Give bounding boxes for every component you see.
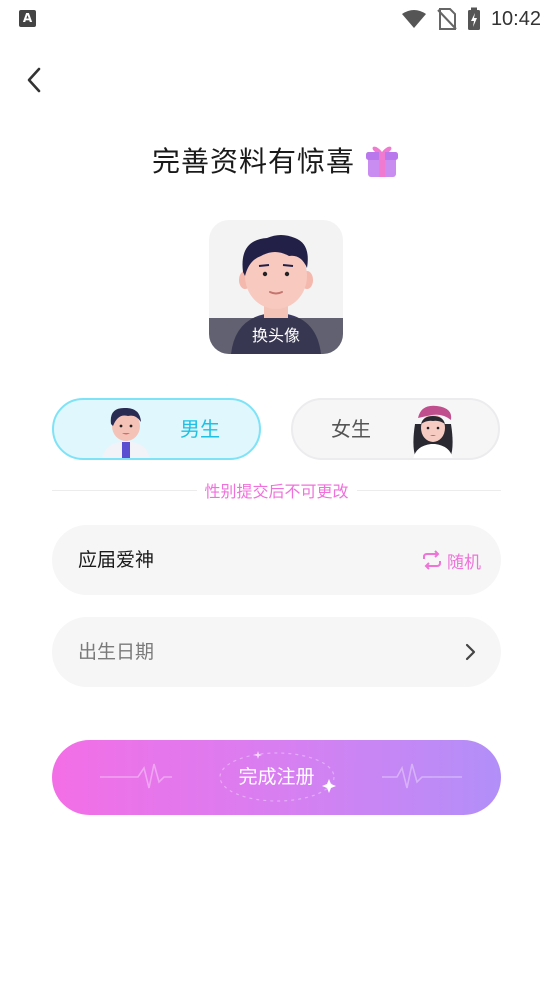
gender-option-female[interactable]: 女生 [291, 398, 500, 460]
avatar[interactable]: 换头像 [209, 220, 343, 354]
no-sim-icon [437, 8, 457, 30]
male-avatar-icon [102, 407, 150, 458]
chevron-left-icon [27, 67, 41, 93]
divider [356, 489, 502, 491]
shuffle-icon [423, 550, 441, 570]
status-icons: 10:42 [401, 6, 541, 32]
chevron-right-icon [465, 643, 476, 661]
wifi-icon [401, 10, 426, 28]
app-notification-icon: A [19, 10, 36, 27]
gender-label-male: 男生 [180, 417, 220, 441]
complete-registration-button[interactable]: 完成注册 [52, 740, 501, 815]
birth-date-field[interactable]: 出生日期 [52, 617, 501, 687]
battery-charging-icon [467, 7, 480, 30]
title-row: 完善资料有惊喜 [0, 140, 553, 180]
female-avatar-icon [413, 405, 453, 458]
gift-icon [366, 146, 398, 177]
divider [52, 489, 197, 491]
gender-note: 性别提交后不可更改 [52, 478, 502, 502]
gender-label-female: 女生 [331, 417, 371, 441]
page-title: 完善资料有惊喜 [151, 145, 355, 178]
status-time: 10:42 [490, 7, 541, 30]
random-nickname-button[interactable]: 随机 [421, 525, 481, 595]
nickname-field[interactable]: 应届爱神 随机 [52, 525, 501, 595]
status-bar: A 10:42 [0, 0, 553, 38]
nickname-value: 应届爱神 [78, 549, 155, 571]
gender-option-male[interactable]: 男生 [52, 398, 261, 460]
random-label: 随机 [447, 552, 481, 573]
complete-registration-label: 完成注册 [238, 766, 315, 788]
birth-date-placeholder: 出生日期 [78, 641, 155, 663]
back-button[interactable] [18, 62, 50, 98]
gender-note-text: 性别提交后不可更改 [204, 482, 349, 501]
change-avatar-button[interactable]: 换头像 [209, 318, 343, 354]
